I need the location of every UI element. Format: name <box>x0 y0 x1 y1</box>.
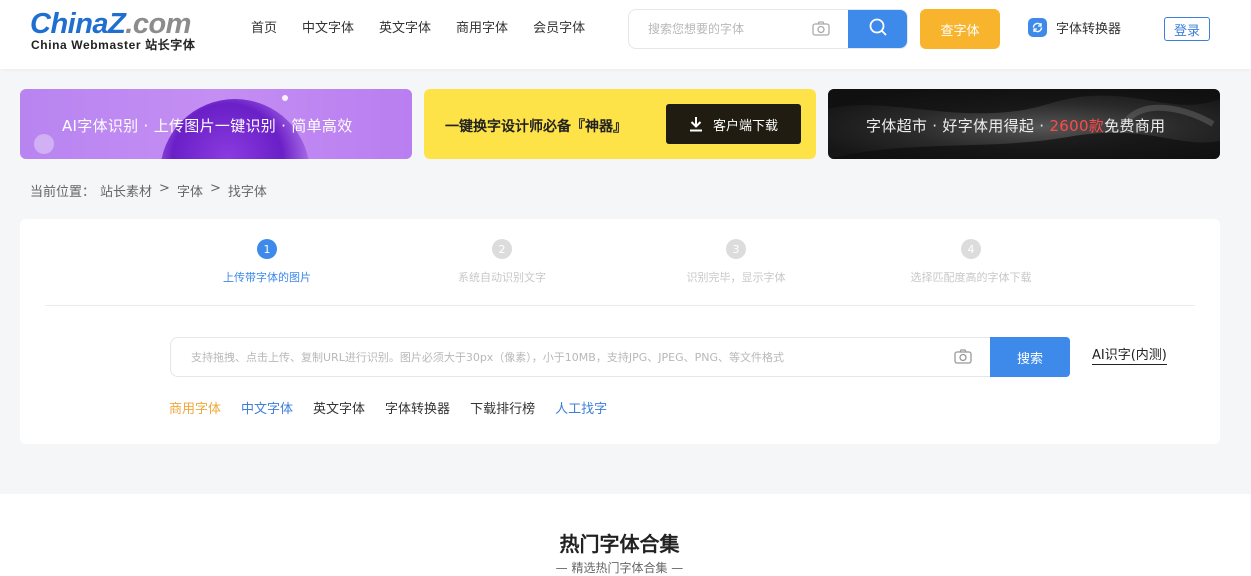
step-4: 4 选择匹配度高的字体下载 <box>891 239 1051 285</box>
section-subtitle: — 精选热门字体合集 — <box>555 561 684 575</box>
download-icon <box>689 116 703 132</box>
converter-icon <box>1028 18 1047 37</box>
quick-links: 商用字体 中文字体 英文字体 字体转换器 下载排行榜 人工找字 <box>169 398 627 417</box>
search-icon <box>868 17 888 41</box>
ai-recognition-link[interactable]: AI识字(内测) <box>1092 347 1167 365</box>
login-button[interactable]: 登录 <box>1164 17 1210 41</box>
step-3: 3 识别完毕，显示字体 <box>656 239 816 285</box>
font-market-banner[interactable]: 字体超市 · 好字体用得起 · 2600款免费商用 <box>828 89 1220 159</box>
step-1: 1 上传带字体的图片 <box>187 239 347 285</box>
quick-link-ranking[interactable]: 下载排行榜 <box>470 398 535 417</box>
quick-link-english[interactable]: 英文字体 <box>313 398 365 417</box>
hot-collections-section: 热门字体合集 — 精选热门字体合集 — <box>0 494 1251 576</box>
breadcrumb: 当前位置： 站长素材 > 字体 > 找字体 <box>30 181 272 200</box>
top-header: ChinaZ.com China Webmaster 站长字体 首页 中文字体 … <box>0 0 1251 69</box>
nav-item-commercial-fonts[interactable]: 商用字体 <box>456 20 508 38</box>
breadcrumb-item-fonts[interactable]: 字体 <box>177 181 203 200</box>
breadcrumb-separator: > <box>159 181 170 196</box>
banner-dot-decoration <box>282 95 288 101</box>
steps-divider <box>45 305 1195 306</box>
header-search-input[interactable] <box>629 10 839 48</box>
converter-label: 字体转换器 <box>1056 22 1122 37</box>
find-font-button[interactable]: 查字体 <box>920 9 1000 49</box>
header-search-button[interactable] <box>848 10 907 48</box>
ai-banner-text: AI字体识别 · 上传图片一键识别 · 简单高效 <box>62 117 353 135</box>
ai-recognition-banner[interactable]: AI字体识别 · 上传图片一键识别 · 简单高效 <box>20 89 412 159</box>
step-label: 识别完毕，显示字体 <box>686 271 786 284</box>
step-number: 2 <box>492 239 512 259</box>
nav-item-english-fonts[interactable]: 英文字体 <box>379 20 431 38</box>
client-download-button[interactable]: 客户端下载 <box>666 104 801 144</box>
section-title: 热门字体合集 <box>559 532 680 556</box>
image-upload-box[interactable] <box>170 337 1000 377</box>
market-text-before: 字体超市 · 好字体用得起 · <box>866 117 1050 135</box>
breadcrumb-item-material[interactable]: 站长素材 <box>100 181 152 200</box>
nav-item-member-fonts[interactable]: 会员字体 <box>533 20 585 38</box>
font-recognition-panel: 1 上传带字体的图片 2 系统自动识别文字 3 识别完毕，显示字体 4 选择匹配… <box>20 219 1220 444</box>
chinaz-logo[interactable]: ChinaZ.com China Webmaster 站长字体 <box>30 8 215 54</box>
font-converter-link[interactable]: 字体转换器 <box>1028 18 1121 37</box>
nav-item-home[interactable]: 首页 <box>251 20 277 38</box>
quick-link-commercial[interactable]: 商用字体 <box>169 398 221 417</box>
camera-icon[interactable] <box>953 347 973 367</box>
camera-icon[interactable] <box>811 19 831 39</box>
image-url-input[interactable] <box>171 338 941 376</box>
nav-item-chinese-fonts[interactable]: 中文字体 <box>302 20 354 38</box>
market-text-after: 免费商用 <box>1104 117 1166 135</box>
logo-subtitle: China Webmaster 站长字体 <box>31 38 196 52</box>
main-nav: 首页 中文字体 英文字体 商用字体 会员字体 <box>251 20 610 38</box>
step-label: 选择匹配度高的字体下载 <box>910 271 1032 284</box>
quick-link-chinese[interactable]: 中文字体 <box>241 398 293 417</box>
step-number: 3 <box>726 239 746 259</box>
header-search-box <box>628 9 908 49</box>
breadcrumb-item-find-font[interactable]: 找字体 <box>228 181 267 200</box>
client-download-label: 客户端下载 <box>712 118 778 134</box>
banner-bubble-decoration <box>34 134 54 154</box>
step-label: 上传带字体的图片 <box>223 271 311 284</box>
step-2: 2 系统自动识别文字 <box>422 239 582 285</box>
market-banner-text: 字体超市 · 好字体用得起 · 2600款免费商用 <box>866 115 1165 136</box>
step-number: 4 <box>961 239 981 259</box>
quick-link-converter[interactable]: 字体转换器 <box>385 398 450 417</box>
market-highlight-count: 2600款 <box>1049 117 1105 135</box>
client-download-banner[interactable]: 一键换字设计师必备『神器』 客户端下载 <box>424 89 816 159</box>
step-number: 1 <box>257 239 277 259</box>
recognize-search-button[interactable]: 搜索 <box>990 337 1070 377</box>
breadcrumb-separator: > <box>209 181 221 196</box>
client-banner-text: 一键换字设计师必备『神器』 <box>445 119 627 135</box>
breadcrumb-prefix: 当前位置： <box>30 185 96 200</box>
quick-link-manual-search[interactable]: 人工找字 <box>555 398 607 417</box>
step-label: 系统自动识别文字 <box>458 271 546 284</box>
